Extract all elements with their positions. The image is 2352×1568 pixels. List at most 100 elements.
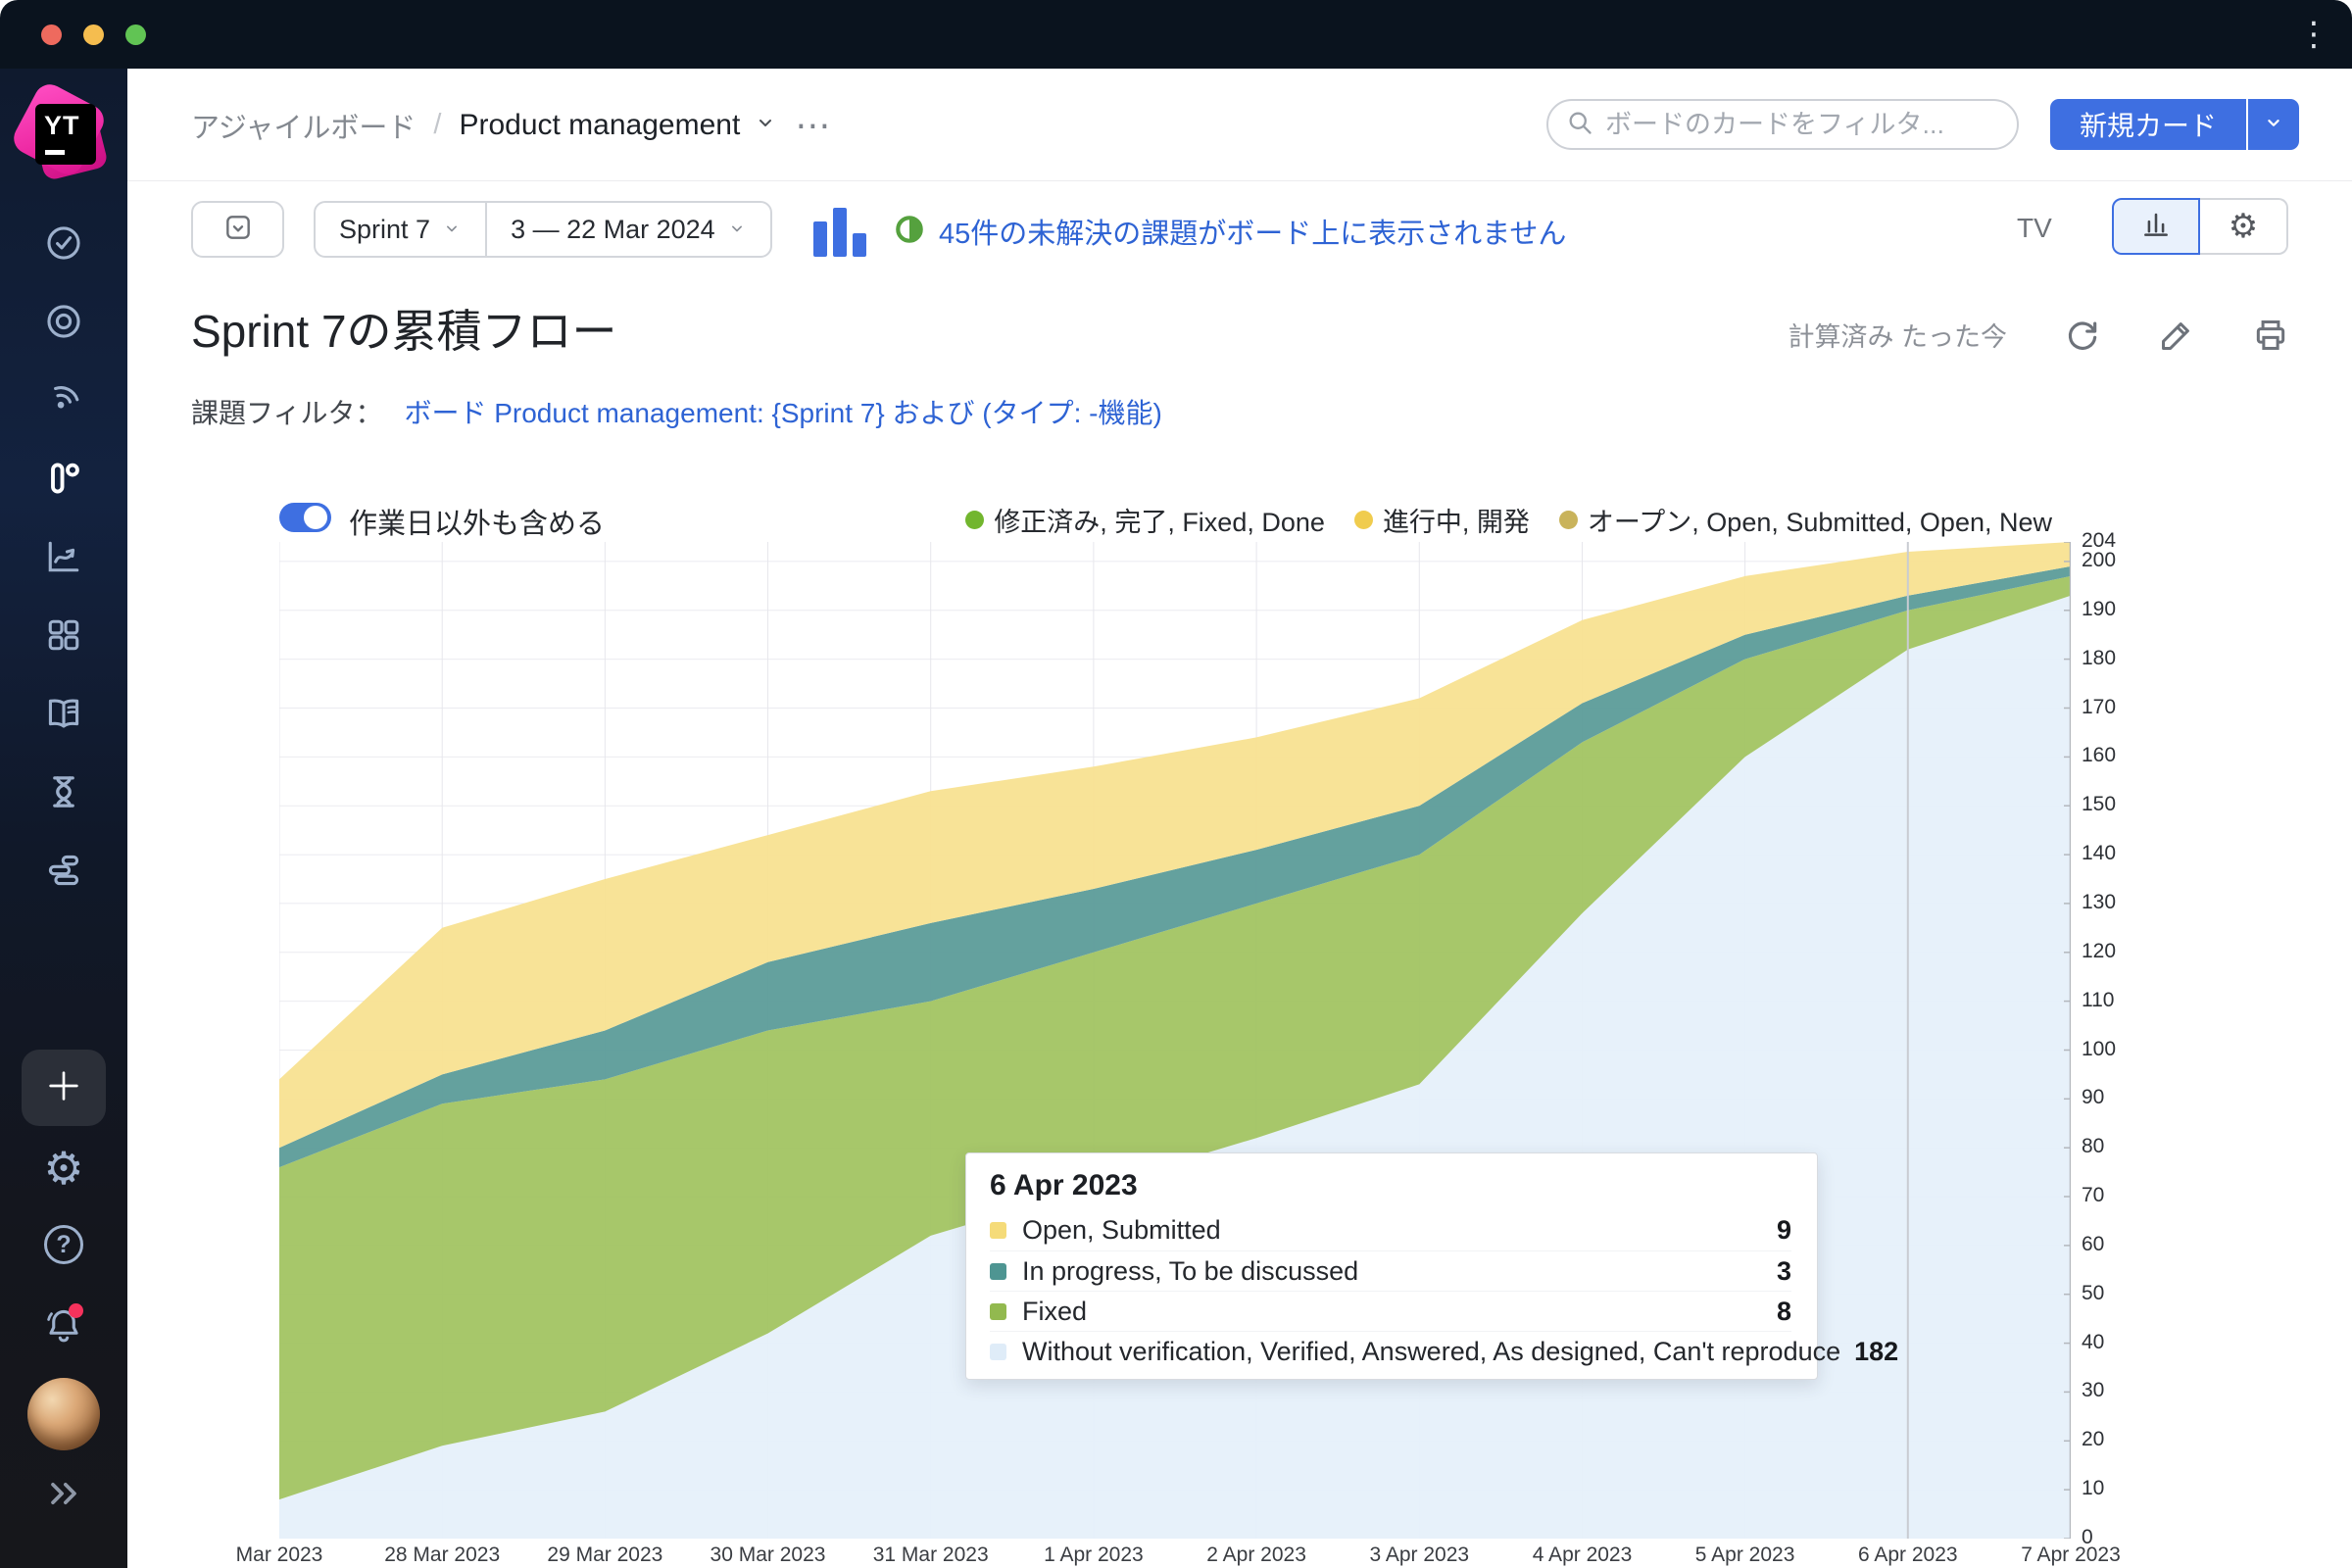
sidebar-collapse-button[interactable] <box>0 1466 127 1525</box>
window-titlebar: ⋮ <box>0 0 2352 69</box>
y-axis-tick-label: 200 <box>2082 549 2116 572</box>
tooltip-date: 6 Apr 2023 <box>990 1169 1791 1202</box>
window-zoom-button[interactable] <box>125 24 146 45</box>
search-input[interactable] <box>1605 110 1999 140</box>
x-axis-date-label: 28 Mar 2023 <box>384 1544 500 1567</box>
sidebar-item-help[interactable]: ? <box>0 1205 127 1284</box>
sidebar-item-report-trend[interactable] <box>0 519 127 598</box>
sidebar-item-agile-board[interactable] <box>0 441 127 519</box>
plus-icon <box>44 1066 83 1110</box>
edit-pencil-button[interactable] <box>2158 317 2195 354</box>
tooltip-swatch-icon <box>990 1263 1006 1280</box>
tooltip-swatch-icon <box>990 1222 1006 1239</box>
y-axis-tick-label: 170 <box>2082 696 2116 719</box>
bar-chart-icon <box>2139 208 2173 246</box>
filter-query-link[interactable]: ボード Product management: {Sprint 7} および (… <box>404 392 1161 431</box>
sprint-selector[interactable]: Sprint 7 <box>316 203 485 256</box>
report-meta: 計算済み たった今 <box>1788 316 2289 354</box>
refresh-button[interactable] <box>2064 317 2101 354</box>
y-axis-tick-label: 70 <box>2082 1184 2104 1207</box>
logo-underscore <box>45 150 65 155</box>
y-axis-tick-label: 30 <box>2082 1379 2104 1402</box>
chart-settings-button[interactable]: ⚙ <box>2200 198 2288 255</box>
create-button[interactable] <box>22 1050 106 1126</box>
sidebar-item-knowledge-book[interactable] <box>0 676 127 755</box>
sidebar-item-timesheet-hourglass[interactable] <box>0 755 127 833</box>
report-trend-icon <box>42 535 85 583</box>
gear-icon: ⚙ <box>2229 210 2258 243</box>
legend-item[interactable]: 修正済み, 完了, Fixed, Done <box>965 501 1325 539</box>
new-card-dropdown-button[interactable] <box>2248 99 2299 150</box>
chevron-down-icon <box>727 215 747 245</box>
legend-item[interactable]: 進行中, 開発 <box>1354 501 1530 539</box>
gear-icon: ⚙ <box>43 1146 83 1191</box>
board-selector-button[interactable] <box>191 201 284 258</box>
x-axis-date-label: 1 Apr 2023 <box>1044 1544 1144 1567</box>
timesheet-hourglass-icon <box>42 770 85 818</box>
knowledge-book-icon <box>42 692 85 740</box>
logo-text: YT <box>44 111 80 141</box>
breadcrumb-current-board[interactable]: Product management <box>459 109 740 142</box>
legend-dot-icon <box>965 511 984 529</box>
search-icon <box>1566 109 1593 141</box>
sidebar-item-radar[interactable] <box>0 363 127 441</box>
sidebar-item-notifications[interactable] <box>0 1286 127 1364</box>
target-icon <box>42 300 85 348</box>
y-axis-tick-label: 160 <box>2082 744 2116 767</box>
toggle-label: 作業日以外も含める <box>349 501 605 542</box>
chart-tooltip: 6 Apr 2023 Open, Submitted9In progress, … <box>965 1152 1818 1380</box>
print-button[interactable] <box>2252 317 2289 354</box>
issue-filter-row: 課題フィルタ： ボード Product management: {Sprint … <box>191 392 1162 431</box>
x-axis-date-label: 4 Apr 2023 <box>1533 1544 1633 1567</box>
sidebar-item-grid[interactable] <box>0 598 127 676</box>
window-close-button[interactable] <box>41 24 62 45</box>
cfd-plot[interactable] <box>279 542 2071 1539</box>
tooltip-row-value: 182 <box>1854 1337 1898 1367</box>
y-axis-tick-label: 10 <box>2082 1477 2104 1500</box>
chart-view-button[interactable] <box>2112 198 2200 255</box>
tooltip-swatch-icon <box>990 1344 1006 1360</box>
y-axis-tick-label: 20 <box>2082 1428 2104 1451</box>
new-card-button-group: 新規カード <box>2050 99 2299 150</box>
window-minimize-button[interactable] <box>83 24 104 45</box>
tooltip-row-label: In progress, To be discussed <box>1022 1256 1763 1287</box>
tooltip-row: Fixed8 <box>990 1291 1791 1331</box>
sidebar-item-gantt[interactable] <box>0 833 127 911</box>
tooltip-swatch-icon <box>990 1303 1006 1320</box>
y-axis-tick-label: 120 <box>2082 940 2116 963</box>
sidebar-item-settings[interactable]: ⚙ <box>0 1129 127 1207</box>
legend-item[interactable]: オープン, Open, Submitted, Open, New <box>1559 501 2052 539</box>
view-toggle: ⚙ <box>2112 198 2288 255</box>
tooltip-row-label: Open, Submitted <box>1022 1215 1763 1246</box>
x-axis-date-label: 2 Apr 2023 <box>1206 1544 1306 1567</box>
page-title: Sprint 7の累積フロー <box>191 296 617 361</box>
include-nonworking-days-toggle[interactable] <box>279 503 331 532</box>
chevron-down-icon[interactable] <box>754 111 777 139</box>
agile-board-icon <box>42 457 85 505</box>
unresolved-issues-row: 45件の未解決の課題がボード上に表示されません <box>894 206 1566 257</box>
breadcrumb: アジャイルボード / Product management ⋯ <box>191 69 832 181</box>
new-card-button[interactable]: 新規カード <box>2050 99 2246 150</box>
y-axis-tick-label: 150 <box>2082 793 2116 816</box>
tooltip-row-label: Without verification, Verified, Answered… <box>1022 1337 1840 1367</box>
sidebar-item-target[interactable] <box>0 284 127 363</box>
sprint-date-selector: Sprint 7 3 — 22 Mar 2024 <box>314 201 772 258</box>
x-axis-date-label: 7 Apr 2023 <box>2021 1544 2121 1567</box>
youtrack-logo[interactable]: YT <box>12 80 114 186</box>
date-range-selector[interactable]: 3 — 22 Mar 2024 <box>487 203 770 256</box>
unresolved-issues-link[interactable]: 45件の未解決の課題がボード上に表示されません <box>939 211 1566 252</box>
breadcrumb-separator: / <box>433 109 441 141</box>
y-axis-tick-label: 180 <box>2082 647 2116 670</box>
y-axis-tick-label: 140 <box>2082 842 2116 865</box>
browser-menu-icon[interactable]: ⋮ <box>2297 16 2330 53</box>
user-avatar[interactable] <box>27 1378 100 1450</box>
sidebar-item-tasks-check[interactable] <box>0 206 127 284</box>
x-axis-date-label: 6 Apr 2023 <box>1858 1544 1958 1567</box>
logo-box: YT <box>35 104 96 165</box>
tv-mode-button[interactable]: TV <box>2017 213 2052 244</box>
legend-label: 修正済み, 完了, Fixed, Done <box>994 501 1325 539</box>
breadcrumb-section[interactable]: アジャイルボード <box>191 105 416 146</box>
sprint-progress-chart-icon[interactable] <box>813 206 868 257</box>
y-axis-tick-label: 130 <box>2082 891 2116 914</box>
more-options-icon[interactable]: ⋯ <box>795 116 832 135</box>
